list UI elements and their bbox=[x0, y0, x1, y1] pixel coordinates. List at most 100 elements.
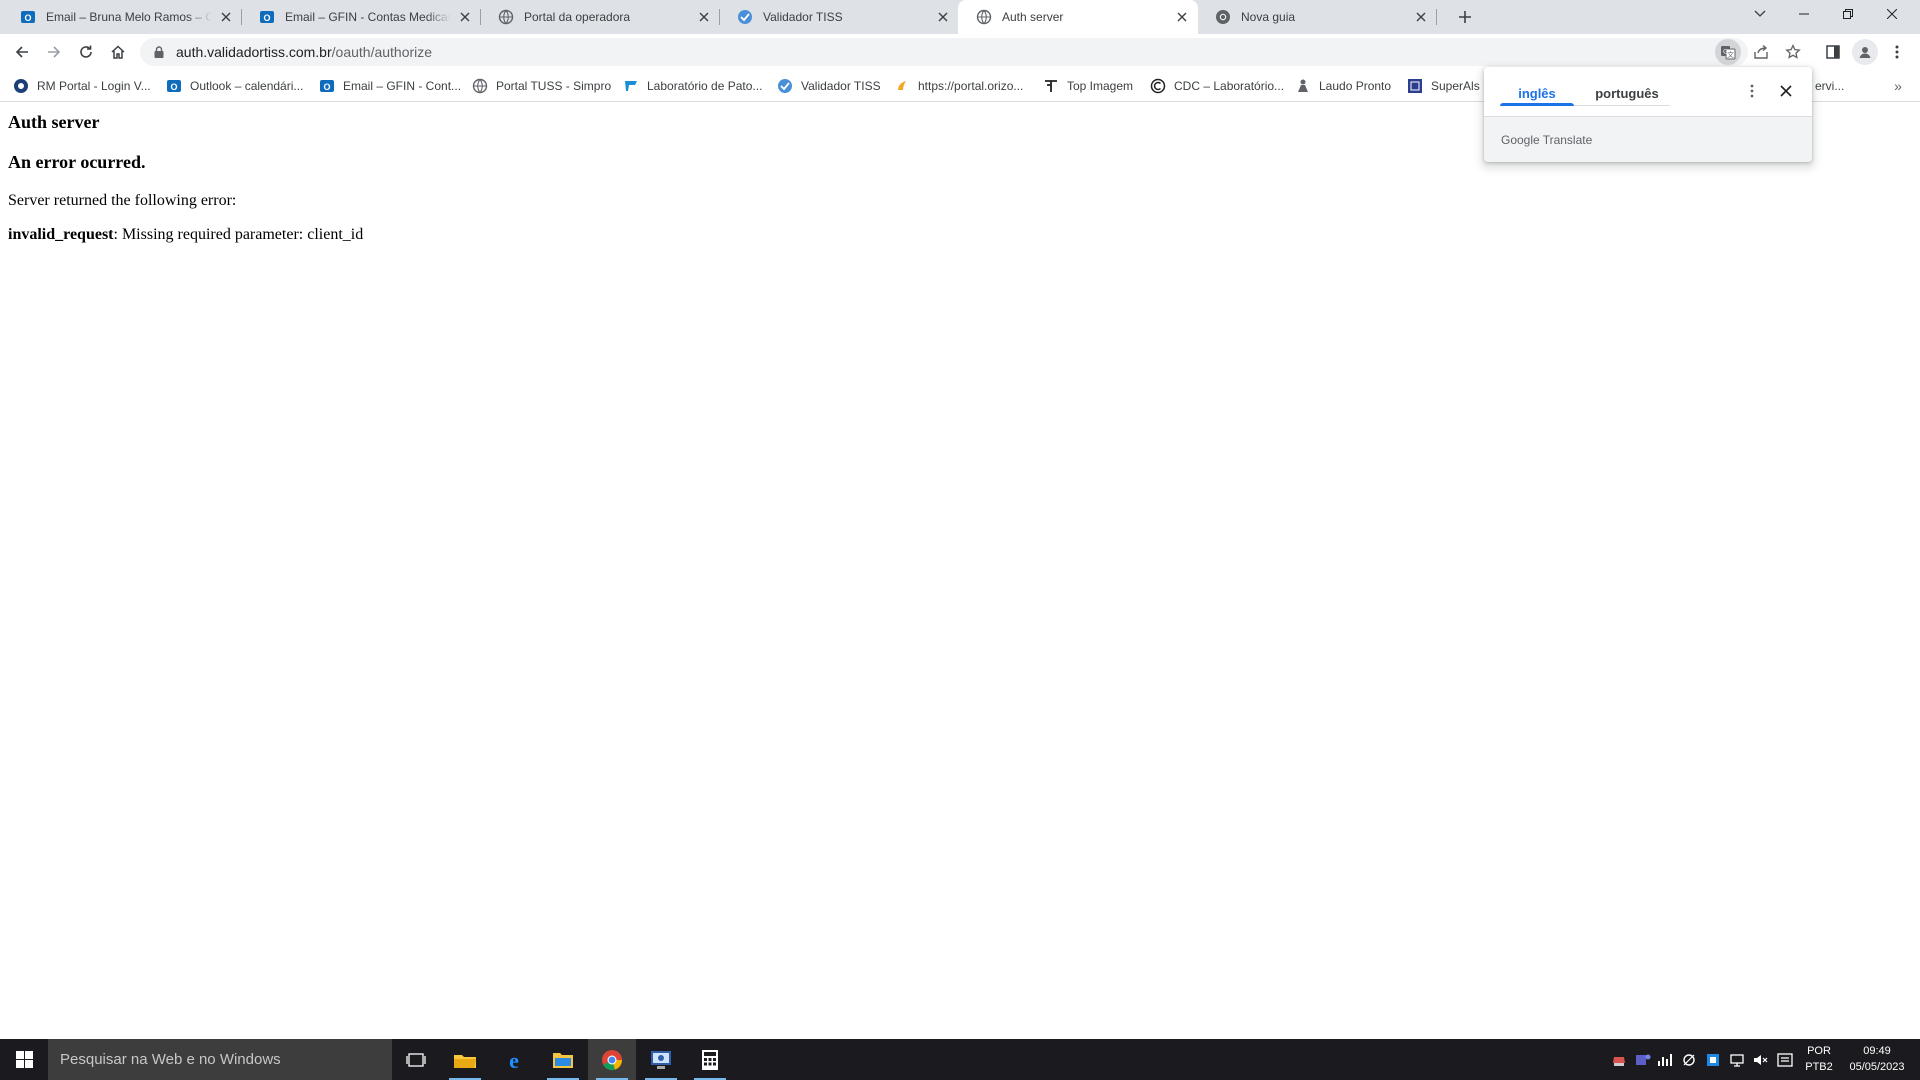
profile-button[interactable] bbox=[1852, 39, 1878, 65]
task-view-button[interactable] bbox=[392, 1039, 440, 1080]
close-icon[interactable] bbox=[1174, 9, 1190, 25]
bookmark-star-button[interactable] bbox=[1780, 39, 1806, 65]
close-window-button[interactable] bbox=[1870, 0, 1914, 28]
close-icon[interactable] bbox=[218, 9, 234, 25]
bookmark-portal-orizon[interactable]: https://portal.orizo... bbox=[894, 76, 1023, 96]
back-button[interactable] bbox=[8, 38, 36, 66]
bookmark-laudo-pronto[interactable]: Laudo Pronto bbox=[1295, 76, 1391, 96]
bookmark-label: ervi... bbox=[1815, 79, 1845, 93]
bookmark-servicos[interactable]: ervi... bbox=[1815, 76, 1844, 96]
bookmark-label: Outlook – calendári... bbox=[190, 79, 304, 93]
laudo-icon bbox=[1295, 78, 1311, 94]
start-button[interactable] bbox=[0, 1039, 48, 1080]
language-code: POR bbox=[1807, 1045, 1831, 1057]
reload-button[interactable] bbox=[72, 38, 100, 66]
home-button[interactable] bbox=[104, 38, 132, 66]
bookmark-email-gfin[interactable]: O Email – GFIN - Cont... bbox=[319, 76, 461, 96]
side-panel-icon bbox=[1826, 45, 1840, 59]
notification-icon[interactable] bbox=[1776, 1051, 1794, 1069]
browser-toolbar: auth.validadortiss.com.br/oauth/authoriz… bbox=[0, 34, 1920, 70]
close-icon[interactable] bbox=[935, 9, 951, 25]
orizon-icon bbox=[894, 78, 910, 94]
share-button[interactable] bbox=[1748, 39, 1774, 65]
bookmark-rm-portal[interactable]: RM Portal - Login V... bbox=[13, 76, 151, 96]
tab-target-language[interactable]: português bbox=[1584, 79, 1670, 107]
bookmark-top-imagem[interactable]: Top Imagem bbox=[1043, 76, 1133, 96]
tray-app-icon[interactable] bbox=[1704, 1051, 1722, 1069]
new-tab-button[interactable] bbox=[1453, 6, 1477, 28]
taskbar-remote-app[interactable] bbox=[637, 1039, 685, 1080]
bookmark-outlook-calendario[interactable]: O Outlook – calendári... bbox=[166, 76, 303, 96]
bookmark-label: CDC – Laboratório... bbox=[1174, 79, 1285, 93]
url-path: /oauth/authorize bbox=[331, 44, 433, 60]
tray-sync-icon[interactable] bbox=[1680, 1051, 1698, 1069]
translate-button[interactable]: 文G bbox=[1715, 39, 1741, 65]
translate-popup: inglês português Google Translate bbox=[1484, 67, 1812, 162]
lock-icon[interactable] bbox=[152, 45, 166, 59]
close-icon bbox=[1887, 9, 1897, 19]
taskbar-calculator[interactable] bbox=[686, 1039, 734, 1080]
forward-button[interactable] bbox=[40, 38, 68, 66]
bookmark-laboratorio-pato[interactable]: Laboratório de Pato... bbox=[623, 76, 762, 96]
bookmark-label: Top Imagem bbox=[1067, 79, 1134, 93]
translate-close-button[interactable] bbox=[1774, 79, 1798, 103]
error-code: invalid_request bbox=[8, 226, 114, 243]
more-bookmarks-button[interactable]: » bbox=[1888, 76, 1908, 96]
restore-button[interactable] bbox=[1826, 0, 1870, 28]
error-description: : Missing required parameter: client_id bbox=[113, 226, 364, 243]
rm-icon bbox=[13, 78, 29, 94]
address-bar[interactable]: auth.validadortiss.com.br/oauth/authoriz… bbox=[140, 38, 1748, 66]
bookmark-validador-tiss[interactable]: Validador TISS bbox=[777, 76, 881, 96]
close-icon[interactable] bbox=[1413, 9, 1429, 25]
taskbar-search-box[interactable]: Pesquisar na Web e no Windows bbox=[48, 1039, 392, 1080]
tray-security-icon[interactable] bbox=[1610, 1051, 1628, 1069]
tab-email-gfin[interactable]: O Email – GFIN - Contas Medicas - Outloo… bbox=[241, 0, 481, 34]
taskbar-clock[interactable]: 09:49 05/05/2023 bbox=[1846, 1043, 1908, 1075]
translate-options-button[interactable] bbox=[1740, 79, 1764, 103]
taskbar-file-explorer[interactable] bbox=[441, 1039, 489, 1080]
restore-icon bbox=[1843, 9, 1853, 19]
translate-footer: Google Translate bbox=[1484, 116, 1812, 162]
reload-icon bbox=[80, 45, 92, 58]
svg-text:文: 文 bbox=[1727, 50, 1734, 59]
tray-excel-icon[interactable] bbox=[1656, 1051, 1674, 1069]
bookmark-label: Validador TISS bbox=[801, 79, 881, 93]
close-icon[interactable] bbox=[457, 9, 473, 25]
tab-nova-guia[interactable]: Nova guia bbox=[1197, 0, 1437, 34]
side-panel-button[interactable] bbox=[1820, 39, 1846, 65]
translate-product-label: Translate bbox=[1542, 132, 1593, 147]
tab-email-bruna[interactable]: O Email – Bruna Melo Ramos – Outlook bbox=[2, 0, 242, 34]
share-icon bbox=[1754, 44, 1768, 59]
input-language-indicator[interactable]: POR PTB2 bbox=[1800, 1043, 1838, 1075]
calculator-icon bbox=[702, 1049, 718, 1070]
globe-icon bbox=[472, 78, 488, 94]
bookmark-label: https://portal.orizo... bbox=[918, 79, 1024, 93]
svg-text:e: e bbox=[509, 1049, 519, 1071]
bookmark-cdc-laboratorio[interactable]: CDC – Laboratório... bbox=[1150, 76, 1284, 96]
close-icon[interactable] bbox=[696, 9, 712, 25]
tab-search-button[interactable] bbox=[1738, 0, 1782, 28]
chevron-down-icon bbox=[1754, 10, 1766, 17]
error-heading: An error ocurred. bbox=[8, 152, 146, 172]
taskbar-chrome[interactable] bbox=[588, 1039, 636, 1080]
windows-taskbar: Pesquisar na Web e no Windows e POR PTB2… bbox=[0, 1039, 1920, 1080]
bookmark-superals[interactable]: SuperAls bbox=[1407, 76, 1480, 96]
taskbar-edge[interactable]: e bbox=[490, 1039, 538, 1080]
chrome-icon bbox=[602, 1049, 623, 1070]
volume-muted-icon[interactable] bbox=[1752, 1051, 1770, 1069]
svg-text:O: O bbox=[24, 13, 31, 23]
svg-text:O: O bbox=[263, 13, 270, 23]
more-vertical-icon bbox=[1895, 45, 1899, 59]
menu-button[interactable] bbox=[1884, 39, 1910, 65]
tray-teams-icon[interactable] bbox=[1634, 1051, 1652, 1069]
tab-validador-tiss[interactable]: Validador TISS bbox=[719, 0, 959, 34]
network-icon[interactable] bbox=[1728, 1051, 1746, 1069]
star-icon bbox=[1785, 44, 1801, 59]
minimize-button[interactable] bbox=[1782, 0, 1826, 28]
tab-portal-operadora[interactable]: Portal da operadora bbox=[480, 0, 720, 34]
taskbar-folder[interactable] bbox=[539, 1039, 587, 1080]
error-detail: invalid_request: Missing required parame… bbox=[8, 226, 363, 244]
url-host: auth.validadortiss.com.br bbox=[176, 44, 332, 60]
bookmark-portal-tuss[interactable]: Portal TUSS - Simpro bbox=[472, 76, 611, 96]
tab-auth-server[interactable]: Auth server bbox=[958, 0, 1198, 34]
